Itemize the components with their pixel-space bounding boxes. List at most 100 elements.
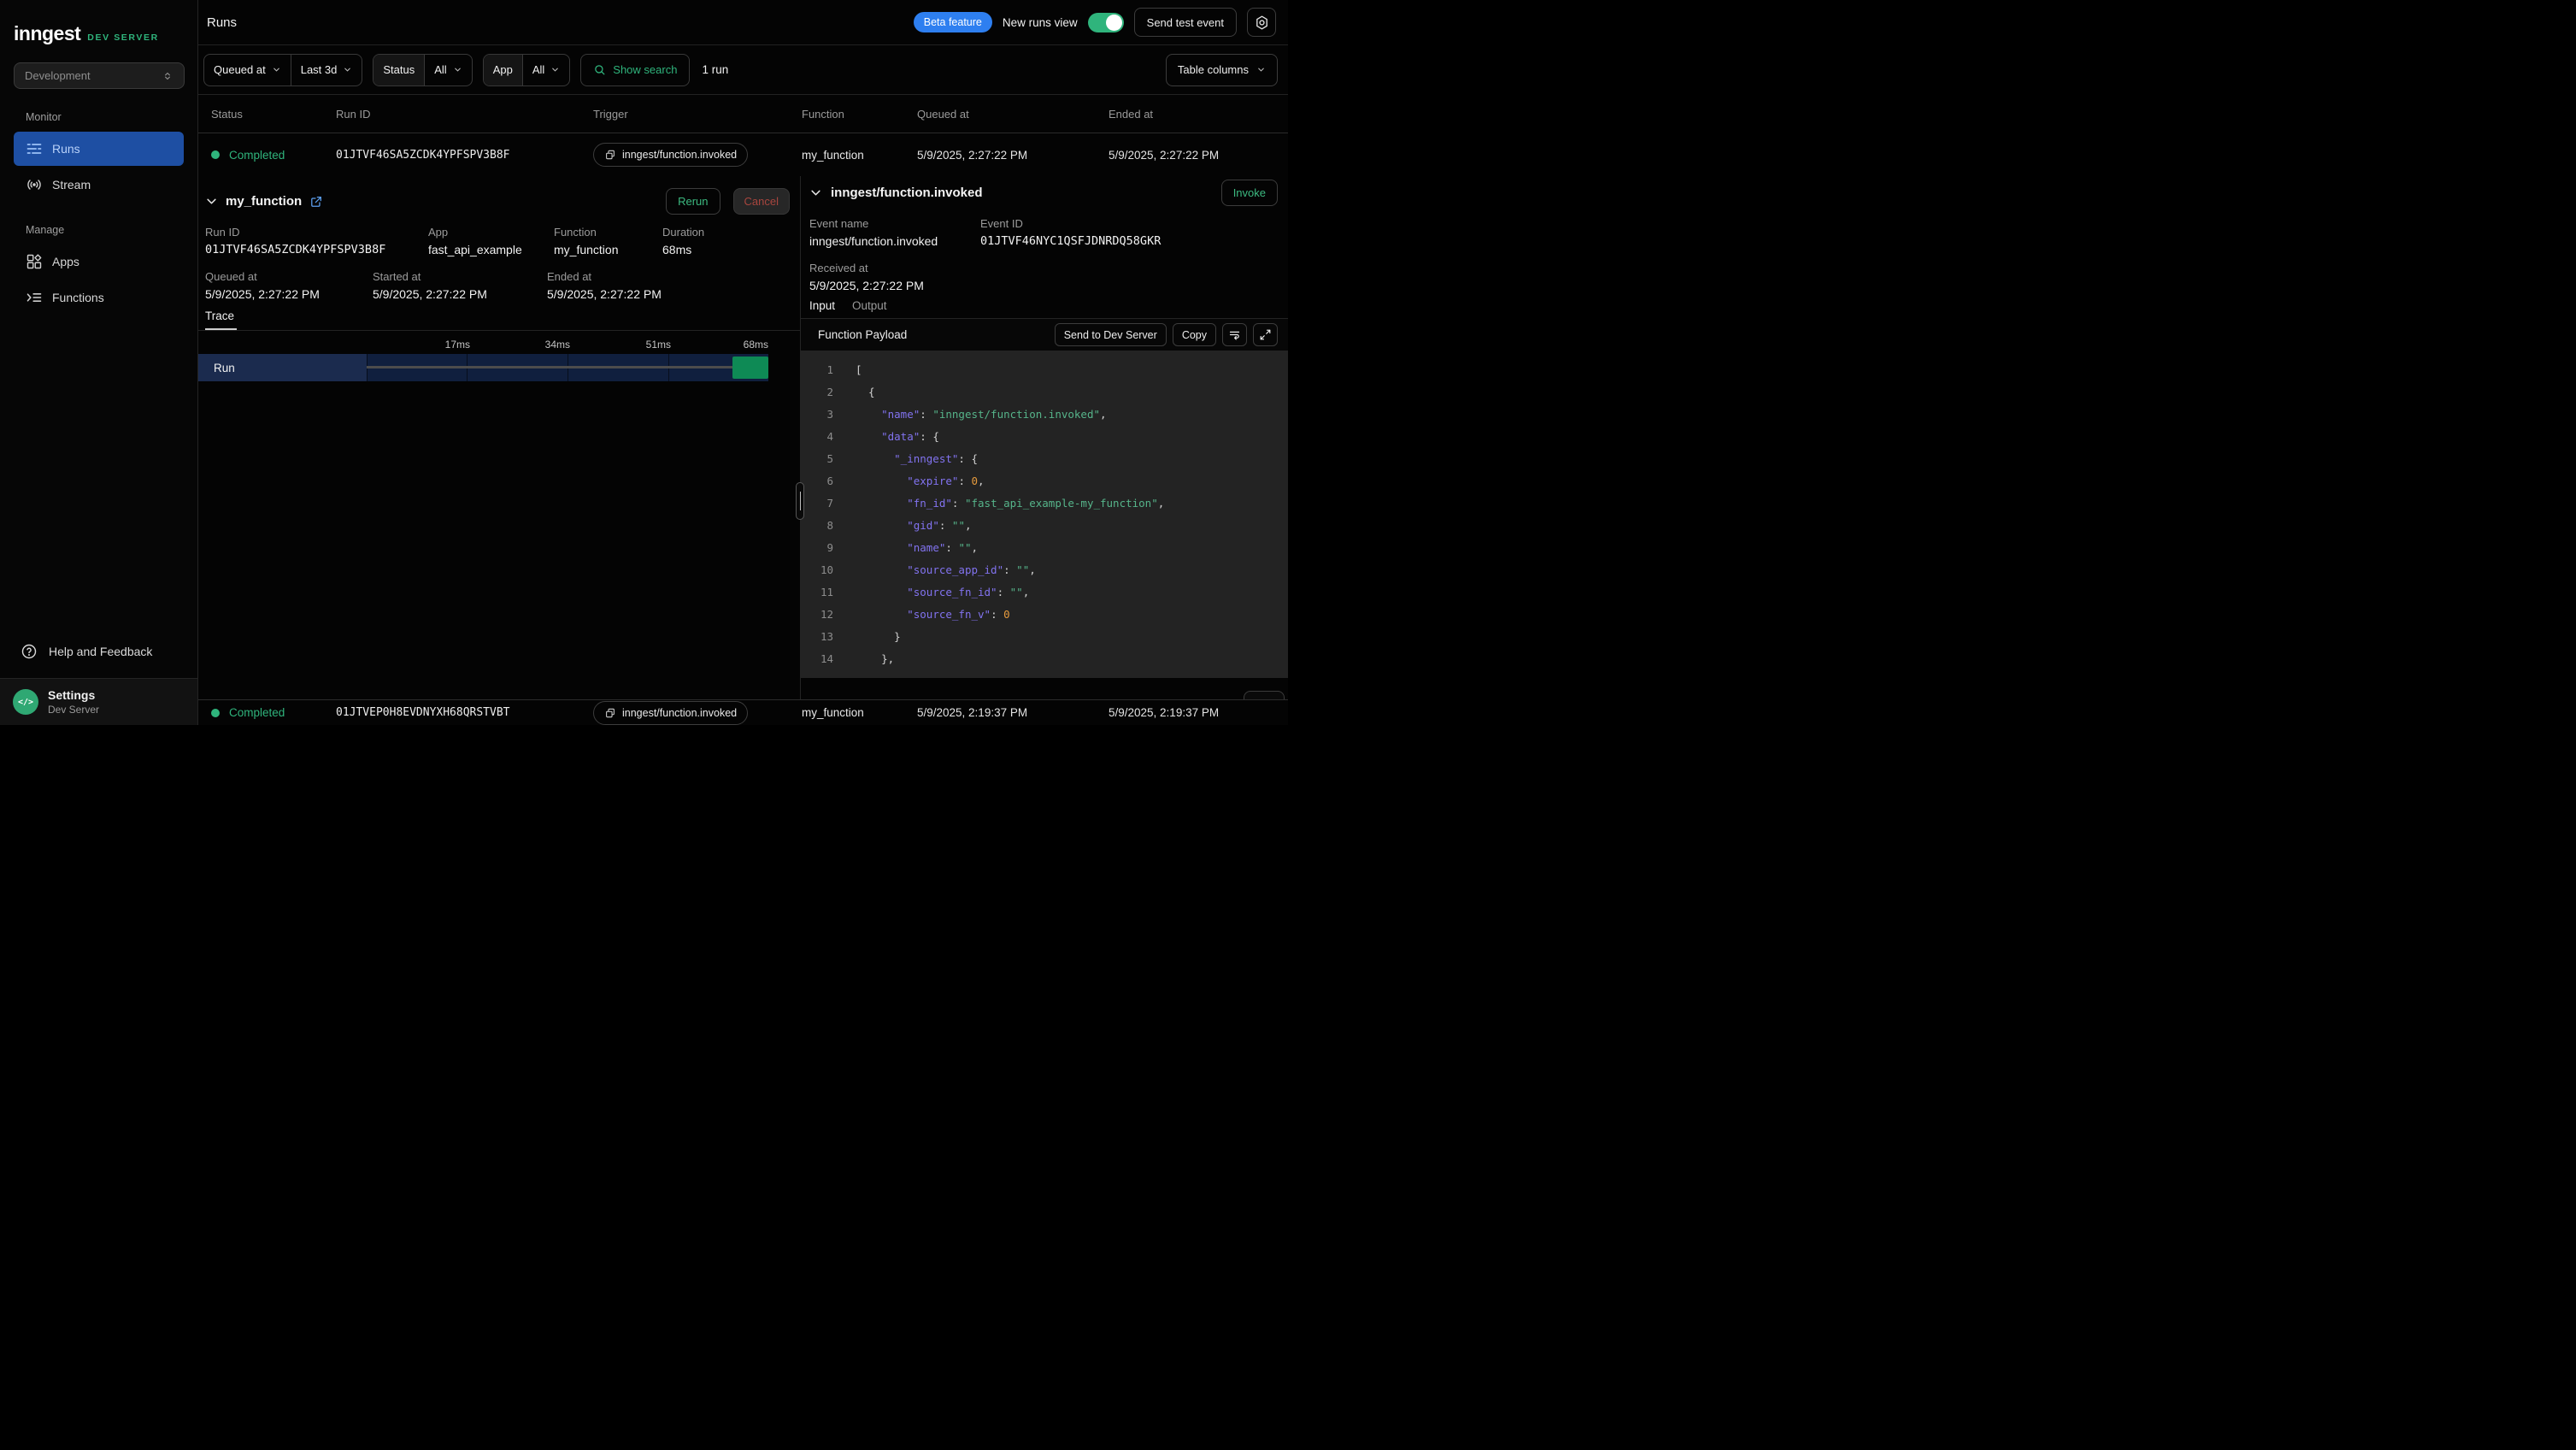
updown-chevron-icon — [162, 70, 173, 82]
trigger-pill[interactable]: inngest/function.invoked — [593, 143, 748, 167]
tab-trace[interactable]: Trace — [205, 309, 234, 322]
chevron-down-icon — [272, 65, 281, 74]
status-filter-dropdown[interactable]: All — [424, 55, 471, 85]
filter-bar: Queued at Last 3d Status All App All — [198, 45, 1288, 95]
chevron-down-icon — [343, 65, 352, 74]
expand-icon — [1259, 328, 1272, 341]
new-runs-view-toggle[interactable] — [1088, 13, 1124, 32]
field-event-id: Event ID 01JTVF46NYC1QSFJDNRDQ58GKR — [980, 217, 1279, 248]
span-duration-block — [732, 357, 768, 379]
code-line: 6 "expire": 0, — [801, 469, 1288, 492]
table-row[interactable]: Completed 01JTVEP0H8EVDNYXH68QRSTVBT inn… — [198, 699, 1288, 725]
new-runs-view-label: New runs view — [1003, 16, 1078, 29]
external-link-icon[interactable] — [309, 195, 323, 209]
queued-at-cell: 5/9/2025, 2:19:37 PM — [917, 706, 1109, 719]
status-badge: Completed — [229, 149, 285, 162]
send-to-dev-server-button[interactable]: Send to Dev Server — [1055, 323, 1167, 346]
function-cell: my_function — [802, 706, 917, 719]
app-filter-label: App — [484, 55, 522, 85]
payload-title: Function Payload — [818, 328, 907, 341]
column-header-status: Status — [198, 108, 336, 121]
expanded-run-detail: my_function Rerun Cancel Run ID 01JTVF46… — [198, 176, 1288, 699]
tick-label: 17ms — [419, 339, 470, 351]
cancel-button[interactable]: Cancel — [733, 188, 790, 215]
code-line: 13 } — [801, 625, 1288, 647]
code-line: 3 "name": "inngest/function.invoked", — [801, 403, 1288, 425]
sidebar-item-runs[interactable]: Runs — [14, 132, 184, 166]
sidebar-item-label: Functions — [52, 291, 104, 304]
panel-resize-handle[interactable] — [796, 482, 804, 520]
topbar: Runs Beta feature New runs view Send tes… — [198, 0, 1288, 45]
run-detail-panel: my_function Rerun Cancel Run ID 01JTVF46… — [198, 176, 800, 699]
code-line: 1[ — [801, 358, 1288, 380]
help-and-feedback[interactable]: Help and Feedback — [0, 630, 197, 673]
code-line: 12 "source_fn_v": 0 — [801, 603, 1288, 625]
tick-label: 34ms — [519, 339, 570, 351]
app-link[interactable]: fast_api_example — [428, 243, 554, 256]
settings-item[interactable]: </> Settings Dev Server — [0, 678, 197, 725]
word-wrap-icon — [1228, 328, 1241, 341]
invoke-button[interactable]: Invoke — [1221, 180, 1278, 206]
chevron-down-icon — [453, 65, 462, 74]
help-label: Help and Feedback — [49, 645, 152, 658]
payload-code[interactable]: 1[2 {3 "name": "inngest/function.invoked… — [801, 351, 1288, 678]
show-search-button[interactable]: Show search — [580, 54, 690, 86]
sidebar-item-functions[interactable]: Functions — [14, 280, 184, 315]
word-wrap-button[interactable] — [1222, 323, 1247, 346]
chevron-down-icon — [550, 65, 560, 74]
status-filter-group: Status All — [373, 54, 472, 86]
beta-feature-badge: Beta feature — [914, 12, 992, 32]
chevron-down-icon — [205, 195, 218, 208]
settings-gear-button[interactable] — [1247, 8, 1276, 37]
status-filter-label: Status — [373, 55, 424, 85]
tick-label: 68ms — [717, 339, 768, 351]
expand-button[interactable] — [1253, 323, 1278, 346]
sidebar: inngest DEV SERVER Development Monitor R… — [0, 0, 198, 725]
time-field-dropdown[interactable]: Queued at — [204, 55, 291, 85]
app-filter-group: App All — [483, 54, 571, 86]
app-filter-dropdown[interactable]: All — [522, 55, 569, 85]
result-count: 1 run — [702, 63, 728, 76]
time-range-dropdown[interactable]: Last 3d — [291, 55, 362, 85]
field-app: App fast_api_example — [428, 226, 554, 256]
field-ended-at: Ended at 5/9/2025, 2:27:22 PM — [547, 270, 793, 301]
field-queued-at: Queued at 5/9/2025, 2:27:22 PM — [205, 270, 373, 301]
chevron-down-icon — [1256, 65, 1266, 74]
code-line: 8 "gid": "", — [801, 514, 1288, 536]
sidebar-item-stream[interactable]: Stream — [14, 168, 184, 202]
trigger-pill[interactable]: inngest/function.invoked — [593, 701, 748, 725]
function-link[interactable]: my_function — [554, 243, 662, 256]
workspace-select-value: Development — [25, 69, 91, 82]
run-detail-header[interactable]: my_function Rerun Cancel — [205, 188, 790, 215]
event-detail-header[interactable]: inngest/function.invoked Invoke — [809, 180, 1278, 206]
app-root: inngest DEV SERVER Development Monitor R… — [0, 0, 1288, 725]
table-row[interactable]: Completed 01JTVF46SA5ZCDK4YPFSPV3B8F inn… — [198, 133, 1288, 176]
queued-at-cell: 5/9/2025, 2:27:22 PM — [917, 149, 1109, 162]
runs-icon — [26, 140, 43, 157]
event-squares-icon — [604, 707, 616, 719]
trace-time-axis: 17ms 34ms 51ms 68ms — [198, 339, 768, 351]
send-test-event-button[interactable]: Send test event — [1134, 8, 1237, 37]
trace-run-span[interactable]: Run — [198, 354, 768, 381]
chevron-down-icon — [809, 186, 822, 199]
copy-button[interactable]: Copy — [1173, 323, 1216, 346]
field-received-at: Received at 5/9/2025, 2:27:22 PM — [809, 262, 924, 292]
tick-label: 51ms — [620, 339, 671, 351]
dev-server-label: DEV SERVER — [87, 32, 159, 43]
sidebar-item-label: Stream — [52, 178, 91, 192]
settings-subtitle: Dev Server — [48, 704, 99, 716]
code-line: 14 }, — [801, 647, 1288, 669]
toggle-knob — [1106, 15, 1122, 31]
workspace-select[interactable]: Development — [14, 62, 185, 89]
page-title: Runs — [207, 15, 237, 30]
column-header-ended-at: Ended at — [1109, 108, 1288, 121]
table-columns-button[interactable]: Table columns — [1166, 54, 1278, 86]
stream-icon — [26, 176, 43, 193]
sidebar-item-apps[interactable]: Apps — [14, 245, 184, 279]
rerun-button[interactable]: Rerun — [666, 188, 720, 215]
sidebar-item-label: Runs — [52, 142, 80, 156]
code-line: 9 "name": "", — [801, 536, 1288, 558]
event-detail-panel: inngest/function.invoked Invoke Event na… — [800, 176, 1288, 699]
functions-icon — [26, 289, 43, 306]
event-squares-icon — [604, 149, 616, 161]
